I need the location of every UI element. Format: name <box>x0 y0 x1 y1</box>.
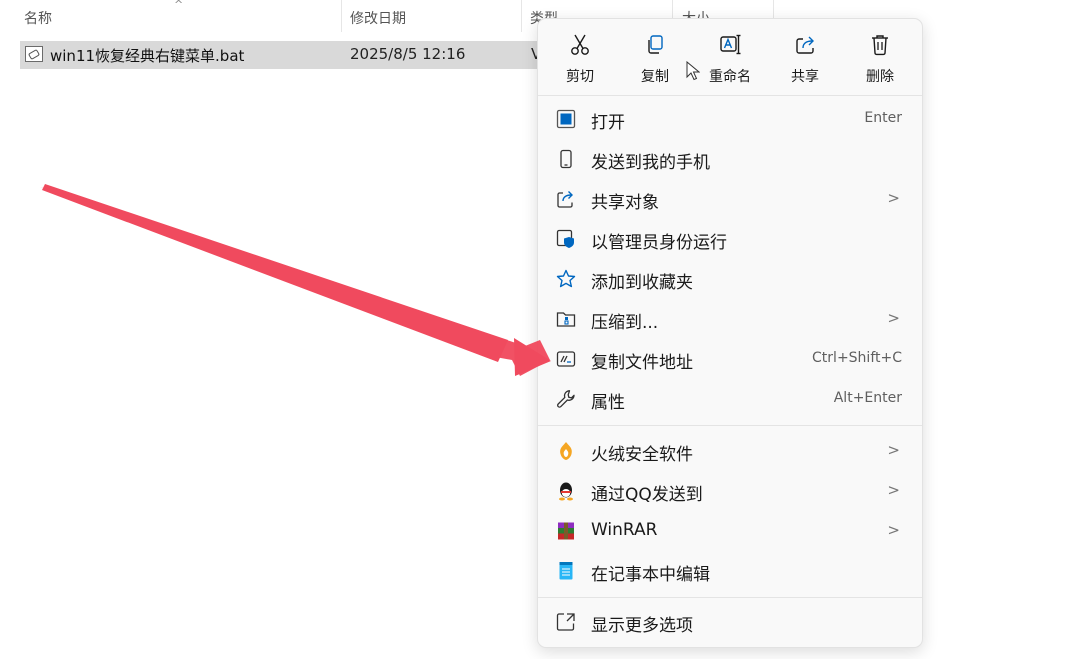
zip-icon <box>556 312 576 327</box>
menu-item-compress[interactable]: 压缩到... > <box>542 301 918 337</box>
column-divider[interactable] <box>341 0 342 32</box>
chevron-right-icon: > <box>887 189 900 207</box>
menu-item-shortcut: Alt+Enter <box>833 390 902 406</box>
file-date: 2025/8/5 12:16 <box>350 45 466 63</box>
star-icon <box>556 269 576 288</box>
wrench-icon <box>557 390 575 408</box>
quick-action-bar: 剪切 复制 重命名 共享 删除 <box>538 19 922 93</box>
menu-divider <box>538 425 922 426</box>
rename-icon <box>720 34 741 55</box>
column-date-header[interactable]: 修改日期 <box>350 8 406 28</box>
chevron-right-icon: > <box>887 521 900 539</box>
menu-item-add-favorites[interactable]: 添加到收藏夹 <box>542 261 918 297</box>
share-to-icon <box>557 191 573 208</box>
menu-item-winrar[interactable]: WinRAR > <box>542 513 918 549</box>
copy-path-icon <box>556 351 576 367</box>
menu-item-label: 属性 <box>591 393 625 413</box>
scissors-icon <box>571 34 589 55</box>
cut-button[interactable]: 剪切 <box>544 29 616 91</box>
menu-item-label: 添加到收藏夹 <box>591 273 693 293</box>
menu-item-huorong[interactable]: 火绒安全软件 > <box>542 433 918 469</box>
menu-item-label: 通过QQ发送到 <box>591 485 703 505</box>
menu-item-label: 复制文件地址 <box>591 353 693 373</box>
menu-item-show-more-options[interactable]: 显示更多选项 <box>542 604 918 640</box>
delete-label: 删除 <box>866 69 894 85</box>
mouse-cursor-icon <box>686 61 700 81</box>
file-row-selected[interactable]: win11恢复经典右键菜单.bat 2025/8/5 12:16 V <box>20 41 580 69</box>
menu-item-label: 压缩到... <box>591 313 659 333</box>
menu-divider <box>538 95 922 96</box>
winrar-icon <box>558 522 574 540</box>
menu-item-shortcut: Ctrl+Shift+C <box>812 350 902 366</box>
cut-label: 剪切 <box>566 69 594 85</box>
rename-button[interactable]: 重命名 <box>694 29 766 91</box>
trash-icon <box>872 35 888 56</box>
chevron-right-icon: > <box>887 441 900 459</box>
menu-item-label: WinRAR <box>591 520 658 540</box>
share-button[interactable]: 共享 <box>769 29 841 91</box>
more-options-icon <box>556 613 575 631</box>
file-name: win11恢复经典右键菜单.bat <box>50 47 245 65</box>
copy-label: 复制 <box>641 69 669 85</box>
column-name-header[interactable]: 名称 <box>24 8 52 28</box>
menu-item-label: 打开 <box>591 113 625 133</box>
menu-divider <box>538 597 922 598</box>
menu-item-run-as-admin[interactable]: 以管理员身份运行 <box>542 221 918 257</box>
phone-icon <box>560 149 572 169</box>
chevron-right-icon: > <box>887 309 900 327</box>
column-divider[interactable] <box>521 0 522 32</box>
context-menu: 剪切 复制 重命名 共享 删除 打开 Enter 发送到我的手机 共享对象 > … <box>537 18 923 648</box>
menu-item-share-with[interactable]: 共享对象 > <box>542 181 918 217</box>
share-label: 共享 <box>791 69 819 85</box>
menu-item-properties[interactable]: 属性 Alt+Enter <box>542 381 918 417</box>
chevron-right-icon: > <box>887 481 900 499</box>
menu-item-label: 发送到我的手机 <box>591 153 710 173</box>
bat-file-icon <box>25 46 43 62</box>
menu-item-open[interactable]: 打开 Enter <box>542 101 918 137</box>
menu-item-label: 共享对象 <box>591 193 659 213</box>
copy-icon <box>648 35 663 54</box>
sort-caret-icon: ^ <box>174 0 184 11</box>
menu-item-send-to-phone[interactable]: 发送到我的手机 <box>542 141 918 177</box>
menu-item-label: 以管理员身份运行 <box>591 233 727 253</box>
huorong-icon <box>560 442 572 460</box>
qq-icon <box>559 482 573 501</box>
open-icon <box>556 109 576 129</box>
share-icon <box>796 36 814 54</box>
delete-button[interactable]: 删除 <box>844 29 916 91</box>
menu-item-qq-send[interactable]: 通过QQ发送到 > <box>542 473 918 509</box>
menu-item-edit-notepad[interactable]: 在记事本中编辑 <box>542 553 918 589</box>
rename-label: 重命名 <box>709 69 751 85</box>
menu-item-label: 显示更多选项 <box>591 616 693 636</box>
menu-item-shortcut: Enter <box>864 110 902 126</box>
notepad-icon <box>559 562 573 580</box>
menu-item-copy-path[interactable]: 复制文件地址 Ctrl+Shift+C <box>542 341 918 377</box>
menu-item-label: 火绒安全软件 <box>591 445 693 465</box>
copy-button[interactable]: 复制 <box>619 29 691 91</box>
shield-icon <box>556 229 574 248</box>
menu-item-label: 在记事本中编辑 <box>591 565 710 585</box>
